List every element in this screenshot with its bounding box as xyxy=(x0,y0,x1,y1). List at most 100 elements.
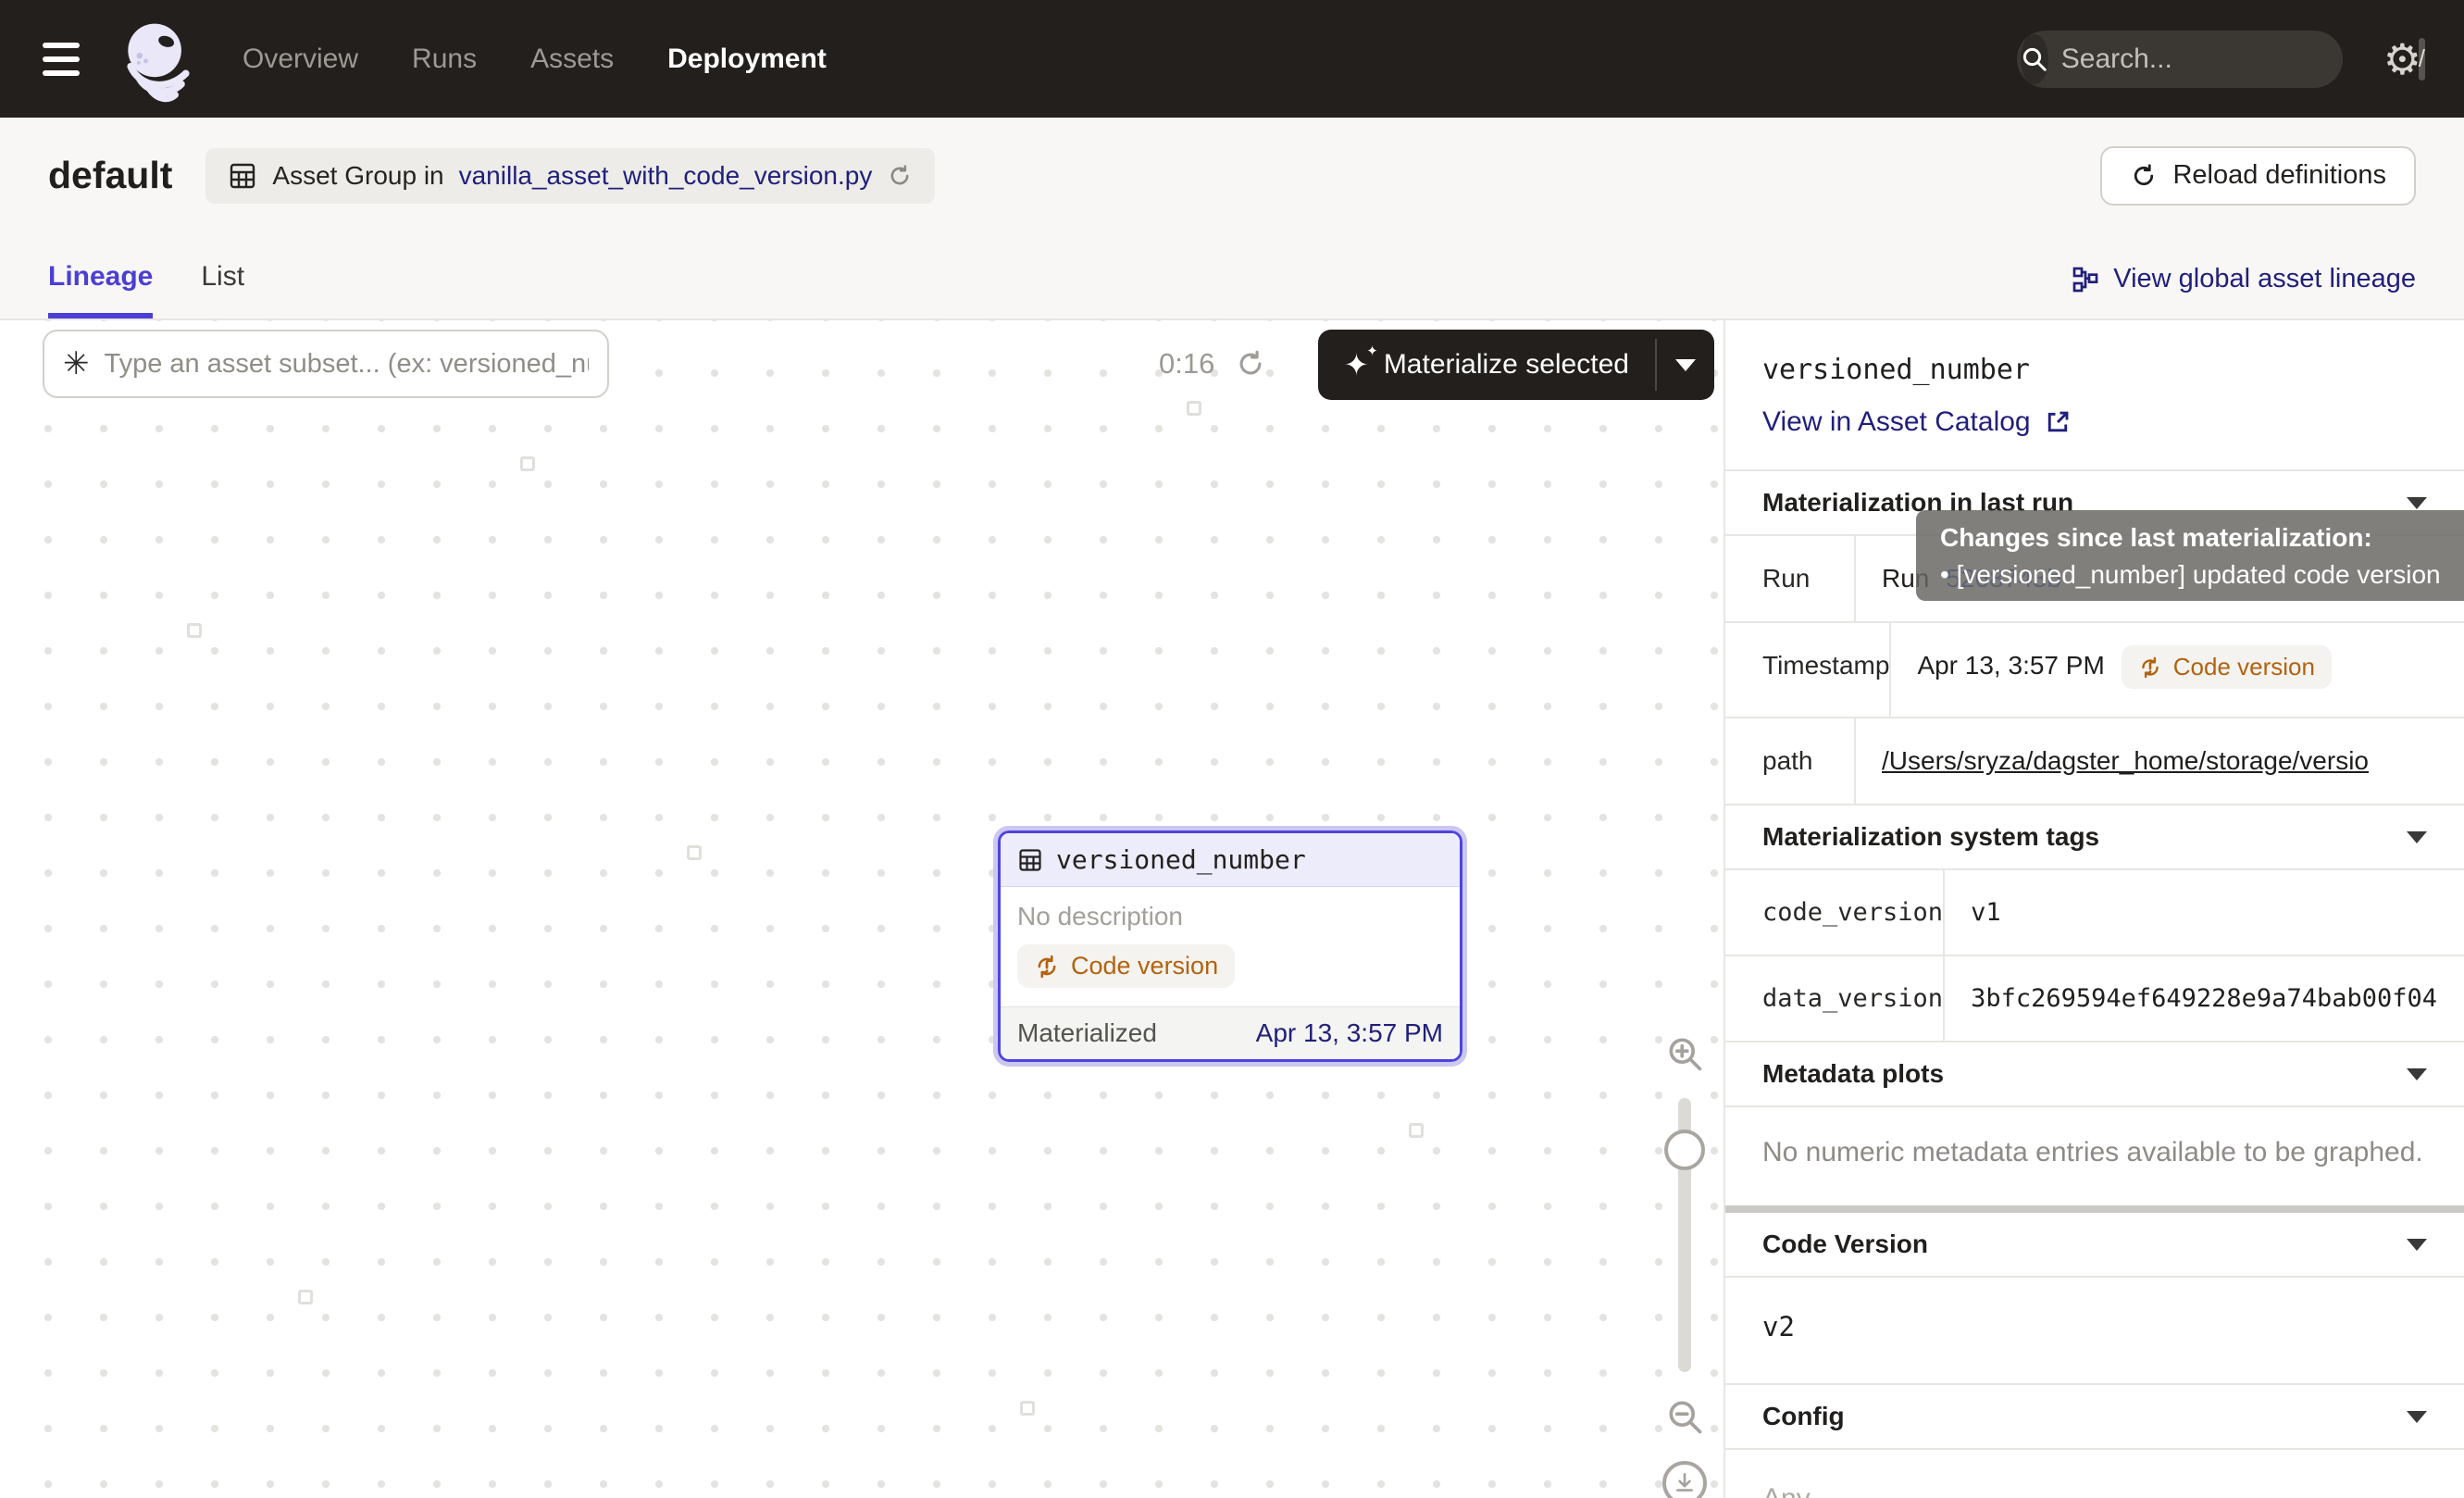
materialize-selected-button[interactable]: ✦✦ Materialize selected xyxy=(1318,330,1655,400)
op-selector-icon: ✳ xyxy=(63,348,90,380)
menu-icon[interactable] xyxy=(43,43,80,76)
zoom-in-icon[interactable] xyxy=(1664,1033,1705,1074)
section-title: Code Version xyxy=(1762,1230,1928,1259)
table-row-code-version: code_version v1 xyxy=(1725,870,2464,956)
materialize-options-dropdown[interactable] xyxy=(1657,330,1714,400)
asset-group-icon xyxy=(228,161,257,191)
lineage-graph-icon xyxy=(2071,265,2100,294)
data-version-tag-value: 3bfc269594ef649228e9a74bab00f04 xyxy=(1945,956,2464,1041)
tab-lineage[interactable]: Lineage xyxy=(48,261,153,318)
grid-marker xyxy=(1020,1401,1035,1416)
zoom-out-icon[interactable] xyxy=(1664,1396,1705,1437)
settings-gear-icon[interactable]: ⚙ xyxy=(2383,38,2421,81)
section-divider xyxy=(1725,1205,2464,1213)
asset-details-sidebar: versioned_number View in Asset Catalog M… xyxy=(1724,320,2464,1498)
table-row-path: path /Users/sryza/dagster_home/storage/v… xyxy=(1725,718,2464,804)
refresh-graph-icon[interactable] xyxy=(1235,348,1266,380)
breadcrumb: Asset Group in vanilla_asset_with_code_v… xyxy=(205,148,935,204)
grid-marker xyxy=(1409,1123,1424,1138)
dagster-logo-icon[interactable] xyxy=(113,15,202,104)
code-version-tag-label: code_version xyxy=(1725,870,1945,955)
node-status-time[interactable]: Apr 13, 3:57 PM xyxy=(1256,1018,1443,1048)
timestamp-value: Apr 13, 3:57 PM xyxy=(1917,651,2104,680)
tab-bar: Lineage List View global asset lineage xyxy=(0,233,2464,320)
page-title: default xyxy=(48,154,172,197)
sync-alert-icon xyxy=(2138,655,2162,680)
search-input[interactable] xyxy=(2061,44,2419,75)
collapse-caret-icon xyxy=(2407,497,2427,509)
path-value-link[interactable]: /Users/sryza/dagster_home/storage/versio xyxy=(1882,746,2369,776)
nav-item-runs[interactable]: Runs xyxy=(412,44,477,75)
code-version-value: v2 xyxy=(1725,1276,2464,1383)
sparkle-icon: ✦✦ xyxy=(1344,350,1369,380)
asset-subset-input[interactable] xyxy=(105,349,590,380)
refresh-icon[interactable] xyxy=(887,163,913,189)
table-row-timestamp: Timestamp Apr 13, 3:57 PM xyxy=(1725,623,2464,718)
collapse-caret-icon xyxy=(2407,1068,2427,1080)
section-metadata-plots[interactable]: Metadata plots xyxy=(1725,1041,2464,1105)
nav-item-deployment[interactable]: Deployment xyxy=(667,44,827,75)
section-title: Materialization system tags xyxy=(1762,822,2099,852)
view-global-asset-lineage-link[interactable]: View global asset lineage xyxy=(2071,264,2416,318)
grid-marker xyxy=(1187,401,1201,416)
asset-table-icon xyxy=(1017,847,1043,873)
code-version-chip: Code version xyxy=(1017,944,1235,988)
view-global-asset-lineage-label: View global asset lineage xyxy=(2113,264,2416,294)
path-row-label: path xyxy=(1725,718,1856,804)
code-version-chip: Code version xyxy=(2122,645,2332,689)
materialize-selected-label: Materialize selected xyxy=(1384,349,1629,381)
global-search[interactable]: / xyxy=(2017,31,2343,88)
nav-item-assets[interactable]: Assets xyxy=(530,44,614,75)
code-version-chip-label: Code version xyxy=(1071,952,1218,980)
dagster-app: Overview Runs Assets Deployment / ⚙ defa… xyxy=(0,0,2464,1498)
breadcrumb-prefix: Asset Group in xyxy=(272,161,443,191)
reload-icon xyxy=(2130,162,2158,190)
chevron-down-icon xyxy=(1675,359,1696,371)
nav-item-overview[interactable]: Overview xyxy=(243,44,358,75)
page-header: default Asset Group in vanilla_asset_wit… xyxy=(0,118,2464,233)
collapse-caret-icon xyxy=(2407,831,2427,843)
tooltip-title: Changes since last materialization: xyxy=(1940,523,2444,553)
asset-graph-canvas[interactable]: ✳ 0:16 ✦✦ Materialize selected xyxy=(0,320,1724,1498)
grid-marker xyxy=(298,1290,313,1305)
download-icon xyxy=(1673,1471,1697,1495)
run-row-label: Run xyxy=(1725,536,1856,621)
zoom-slider[interactable] xyxy=(1678,1098,1691,1372)
asset-subset-filter[interactable]: ✳ xyxy=(43,330,609,398)
code-version-chip-label: Code version xyxy=(2173,653,2315,681)
zoom-controls xyxy=(1655,1033,1714,1498)
reload-definitions-label: Reload definitions xyxy=(2172,160,2386,191)
download-graph-button[interactable] xyxy=(1662,1461,1707,1498)
section-title: Config xyxy=(1762,1402,1845,1431)
materialize-selected-split-button: ✦✦ Materialize selected xyxy=(1318,330,1714,400)
section-code-version[interactable]: Code Version xyxy=(1725,1213,2464,1276)
sync-alert-icon xyxy=(1034,954,1060,980)
tab-list[interactable]: List xyxy=(201,261,244,318)
grid-marker xyxy=(520,456,535,471)
timestamp-row-label: Timestamp xyxy=(1725,623,1891,717)
external-link-icon xyxy=(2044,408,2072,436)
asset-node-versioned-number[interactable]: versioned_number No description C xyxy=(998,830,1462,1062)
table-row-data-version: data_version 3bfc269594ef649228e9a74bab0… xyxy=(1725,956,2464,1041)
reload-definitions-button[interactable]: Reload definitions xyxy=(2100,146,2416,206)
search-icon xyxy=(2021,34,2048,84)
metadata-plots-empty-message: No numeric metadata entries available to… xyxy=(1725,1105,2464,1205)
main-nav: Overview Runs Assets Deployment xyxy=(243,44,827,75)
asset-node-name: versioned_number xyxy=(1056,844,1306,875)
sidebar-asset-name: versioned_number xyxy=(1762,354,2427,386)
config-value: Any xyxy=(1725,1448,2464,1498)
section-config[interactable]: Config xyxy=(1725,1383,2464,1448)
zoom-slider-handle[interactable] xyxy=(1664,1130,1705,1170)
asset-node-description: No description xyxy=(1017,902,1443,931)
section-system-tags[interactable]: Materialization system tags xyxy=(1725,804,2464,868)
top-nav: Overview Runs Assets Deployment / ⚙ xyxy=(0,0,2464,118)
section-title: Metadata plots xyxy=(1762,1059,1944,1089)
code-version-tag-value: v1 xyxy=(1945,870,2464,955)
breadcrumb-file-link[interactable]: vanilla_asset_with_code_version.py xyxy=(459,161,873,191)
system-tags-table: code_version v1 data_version 3bfc269594e… xyxy=(1725,868,2464,1041)
collapse-caret-icon xyxy=(2407,1239,2427,1251)
refresh-timer: 0:16 xyxy=(1159,347,1214,381)
collapse-caret-icon xyxy=(2407,1411,2427,1423)
view-in-asset-catalog-label: View in Asset Catalog xyxy=(1762,406,2031,438)
view-in-asset-catalog-link[interactable]: View in Asset Catalog xyxy=(1762,406,2427,438)
